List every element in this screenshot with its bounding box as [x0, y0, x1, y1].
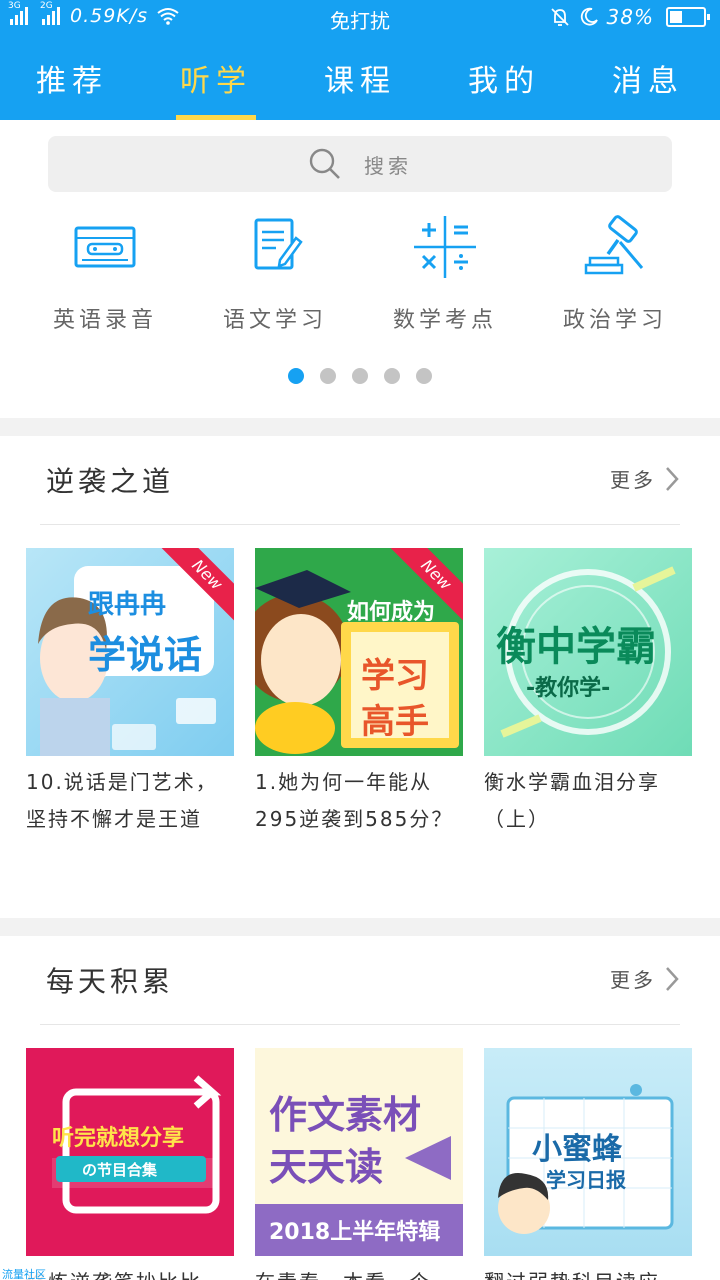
audio-card[interactable]: 衡中学霸 -教你学- 衡水学霸血泪分享（上）: [484, 548, 692, 838]
bell-muted-icon: [550, 8, 569, 26]
pager-dot[interactable]: [320, 368, 336, 384]
thumb-text: -教你学-: [526, 676, 611, 701]
thumb-text: 学习: [361, 656, 429, 696]
tab-listen-learn[interactable]: 听学: [144, 52, 288, 120]
entry-chinese-study[interactable]: 语文学习: [190, 212, 360, 334]
card-caption: 在青春一本看一个: [255, 1264, 463, 1280]
gavel-icon: [584, 215, 644, 275]
pager-dot[interactable]: [352, 368, 368, 384]
card-thumbnail: 如何成为 学习 高手 New: [255, 548, 463, 756]
card-caption: 衡水学霸血泪分享（上）: [484, 770, 660, 831]
section-title: 逆袭之道: [46, 465, 175, 498]
card-thumbnail: 小蜜蜂 学习日报: [484, 1048, 692, 1256]
top-panel: 搜索 英语录音 语文学习 数学考点 政治学习: [0, 120, 720, 418]
entry-politics-study[interactable]: 政治学习: [530, 212, 700, 334]
chevron-right-icon: [666, 966, 679, 991]
cassette-icon: [74, 226, 136, 268]
thumb-text: 如何成为: [347, 600, 436, 625]
card-thumbnail: 衡中学霸 -教你学-: [484, 548, 692, 756]
carousel-pager: [0, 368, 720, 384]
battery-percent: 38%: [606, 5, 654, 29]
thumb-text: 小蜜蜂: [532, 1132, 622, 1167]
audio-card[interactable]: 小蜜蜂 学习日报 翻过弱势科目读应: [484, 1048, 692, 1280]
thumb-text: 作文素材: [269, 1093, 422, 1137]
chevron-right-icon: [666, 466, 679, 491]
status-bar: 3G 2G 0.59K/s 免打扰 38%: [0, 0, 720, 36]
watermark: 流量社区: [0, 1266, 48, 1280]
tab-courses[interactable]: 课程: [288, 52, 432, 120]
more-button[interactable]: 更多: [610, 964, 680, 993]
card-caption: 翻过弱势科目读应: [484, 1264, 692, 1280]
thumb-text: 2018上半年特辑: [269, 1220, 441, 1245]
section-daily-accumulation: 每天积累 更多 听完就想分享 の节目合集 修炼逆袭笔抄比比: [0, 936, 720, 1280]
audio-card[interactable]: 听完就想分享 の节目合集 修炼逆袭笔抄比比: [26, 1048, 234, 1280]
thumb-text: 听完就想分享: [52, 1126, 185, 1151]
thumb-text: 天天读: [269, 1145, 384, 1189]
tab-recommend[interactable]: 推荐: [0, 52, 144, 120]
card-thumbnail: 听完就想分享 の节目合集: [26, 1048, 234, 1256]
app-header: 3G 2G 0.59K/s 免打扰 38% 推荐 听学 课程 我的 消息: [0, 0, 720, 120]
quick-entries: 英语录音 语文学习 数学考点 政治学习: [20, 212, 700, 334]
section-header: 每天积累 更多: [40, 936, 680, 1025]
tab-mine[interactable]: 我的: [432, 52, 576, 120]
section-header: 逆袭之道 更多: [40, 436, 680, 525]
card-caption: 修炼逆袭笔抄比比: [26, 1264, 234, 1280]
main-tabs: 推荐 听学 课程 我的 消息: [0, 52, 720, 120]
audio-card[interactable]: 作文素材 天天读 2018上半年特辑 在青春一本看一个: [255, 1048, 463, 1280]
pager-dot[interactable]: [288, 368, 304, 384]
audio-card[interactable]: 如何成为 学习 高手 New 1.她为何一年能从295逆袭到585分？: [255, 548, 463, 838]
thumb-text: 学习日报: [546, 1168, 626, 1192]
moon-icon: [580, 7, 598, 26]
section-comeback: 逆袭之道 更多 跟冉冉 学说话 New 10.说话是门艺术，坚持不懈才是王道 如…: [0, 436, 720, 918]
tab-messages[interactable]: 消息: [576, 52, 720, 120]
thumb-text: 衡中学霸: [496, 624, 656, 670]
math-symbols-icon: [414, 216, 476, 278]
card-caption: 1.她为何一年能从295逆袭到585分？: [255, 770, 454, 831]
entry-math-points[interactable]: 数学考点: [360, 212, 530, 334]
search-bar[interactable]: 搜索: [48, 136, 672, 192]
section-title: 每天积累: [46, 965, 175, 998]
search-icon: [309, 148, 340, 179]
battery-icon: [666, 7, 710, 27]
card-caption: 10.说话是门艺术，坚持不懈才是王道: [26, 770, 218, 831]
notebook-pen-icon: [254, 218, 303, 270]
audio-card[interactable]: 跟冉冉 学说话 New 10.说话是门艺术，坚持不懈才是王道: [26, 548, 234, 838]
thumb-text: 高手: [361, 702, 429, 742]
pager-dot[interactable]: [416, 368, 432, 384]
thumb-text: 学说话: [88, 633, 203, 677]
entry-english-recording[interactable]: 英语录音: [20, 212, 190, 334]
card-thumbnail: 作文素材 天天读 2018上半年特辑: [255, 1048, 463, 1256]
card-thumbnail: 跟冉冉 学说话 New: [26, 548, 234, 756]
thumb-text: の节目合集: [82, 1161, 158, 1179]
pager-dot[interactable]: [384, 368, 400, 384]
thumb-text: 跟冉冉: [88, 590, 167, 620]
search-placeholder: 搜索: [364, 153, 412, 178]
more-button[interactable]: 更多: [610, 464, 680, 493]
